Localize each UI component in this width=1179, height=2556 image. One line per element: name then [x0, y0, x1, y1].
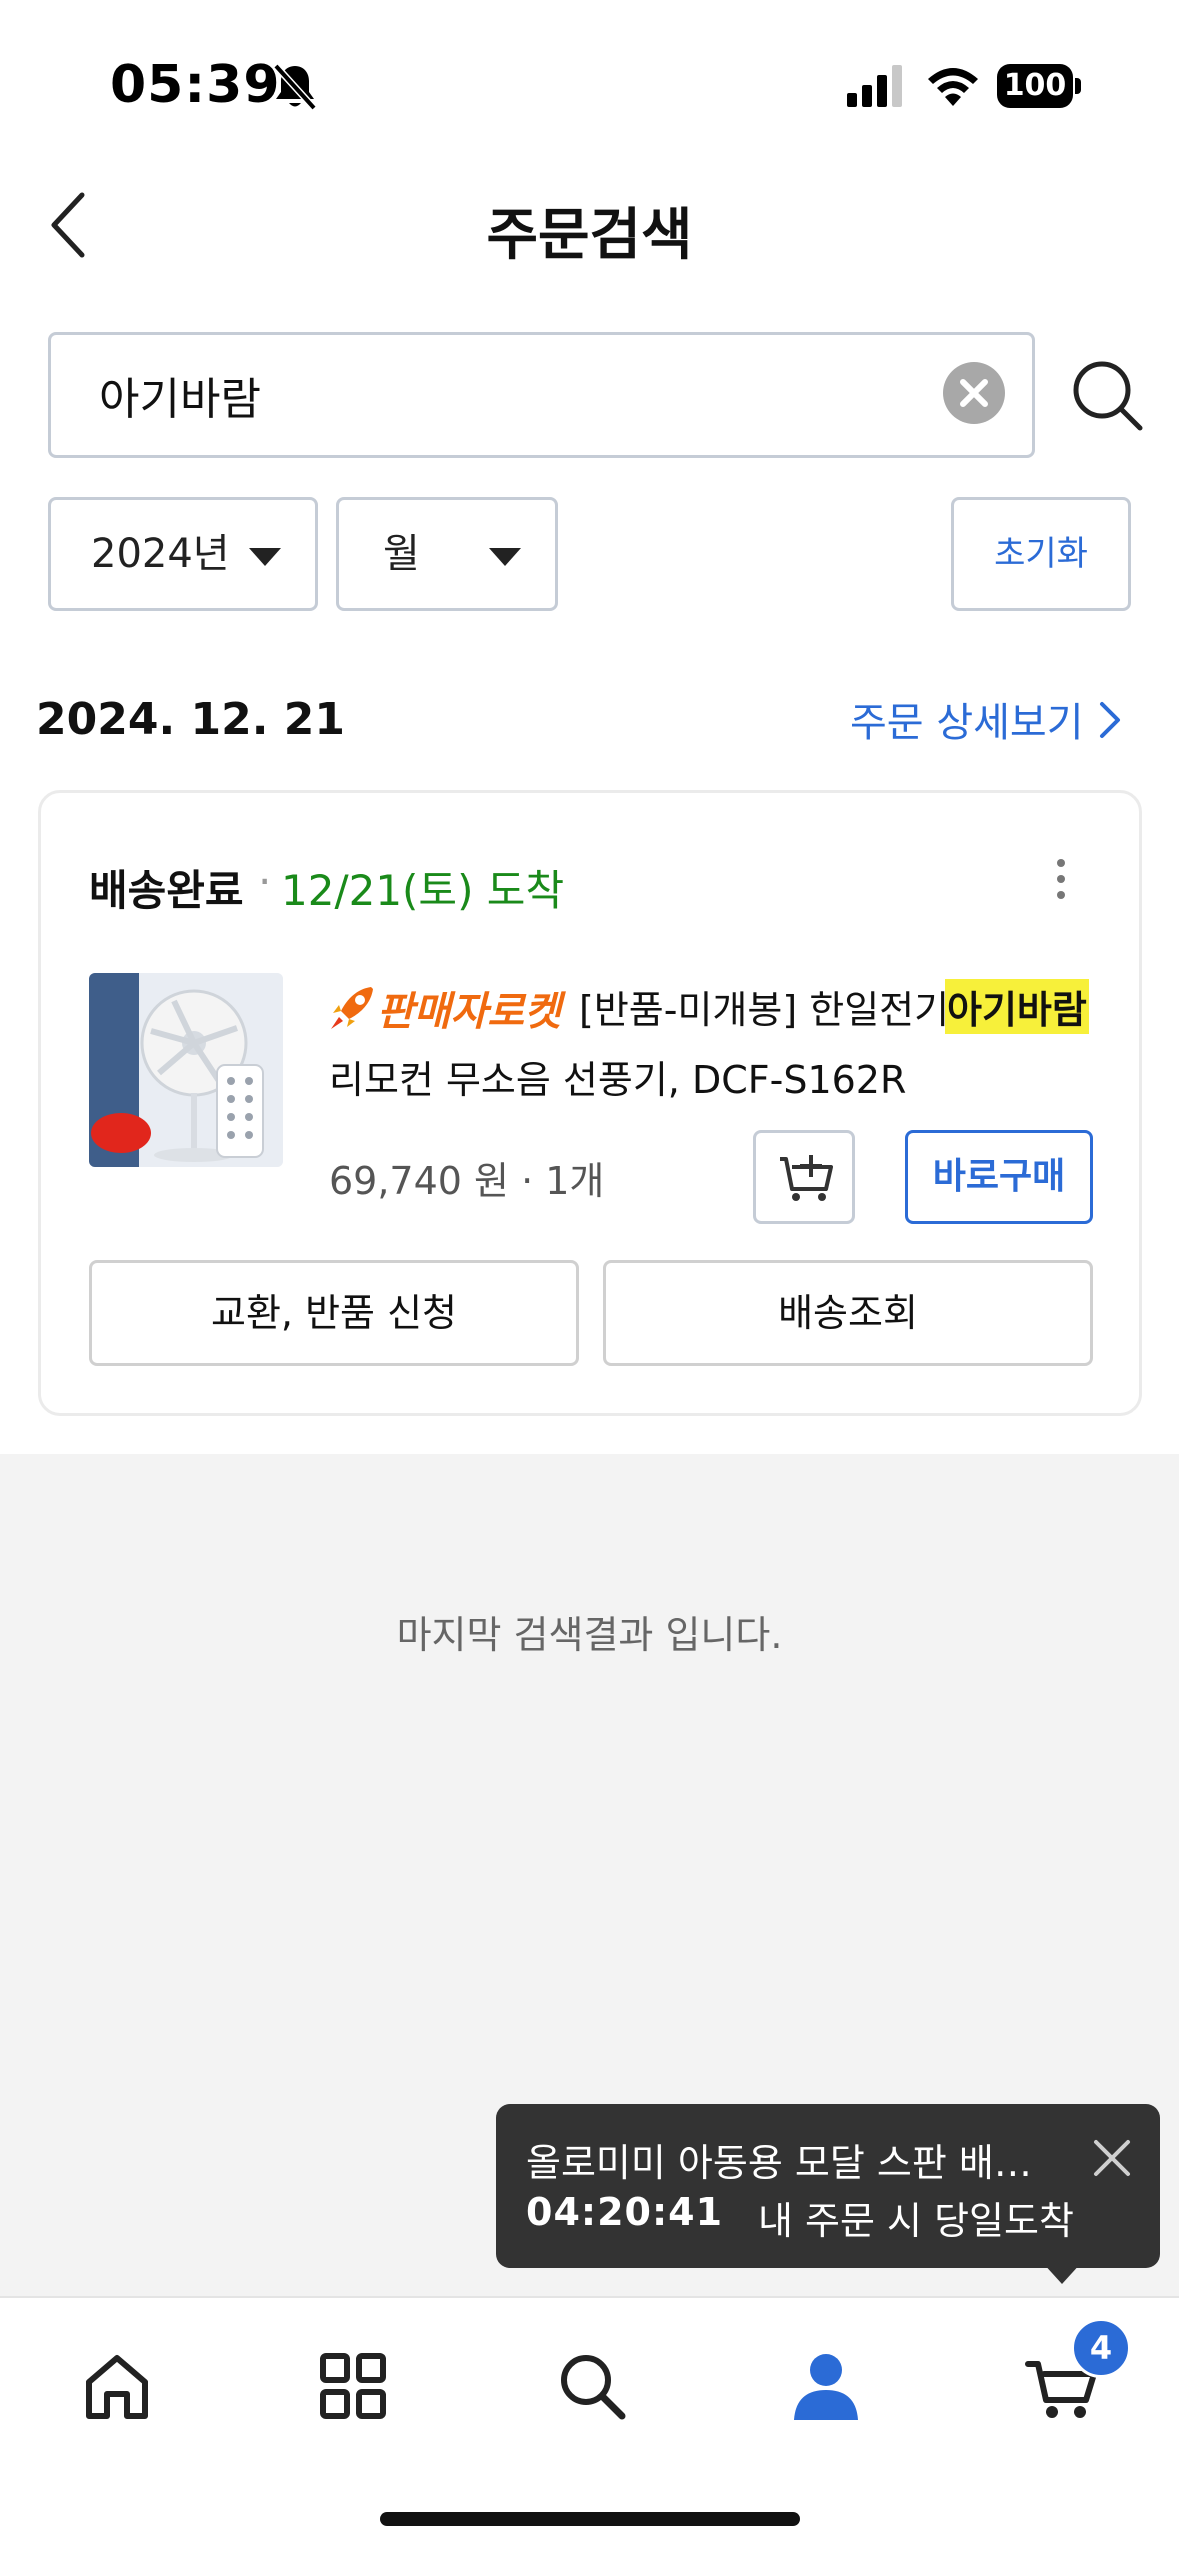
rocket-icon: [331, 987, 373, 1029]
category-grid-icon[interactable]: [313, 2346, 393, 2426]
year-select-value: 2024년: [91, 531, 230, 577]
toast-timer: 04:20:41: [526, 2190, 724, 2234]
close-icon[interactable]: [1090, 2136, 1134, 2180]
buy-now-button[interactable]: 바로구매: [905, 1130, 1093, 1224]
caret-down-icon: [489, 548, 521, 566]
status-bar: 05:39 100: [0, 0, 1179, 170]
month-select[interactable]: 월: [336, 497, 558, 611]
page-title: 주문검색: [486, 203, 693, 268]
search-input[interactable]: [99, 335, 919, 455]
close-icon: [960, 379, 988, 407]
cart-plus-icon: [780, 1155, 833, 1201]
reset-button[interactable]: 초기화: [951, 497, 1131, 611]
status-time: 05:39: [110, 55, 281, 115]
promo-toast[interactable]: 올로미미 아동용 모달 스판 배… 04:20:41 내 주문 시 당일도착: [496, 2104, 1160, 2268]
exchange-return-button[interactable]: 교환, 반품 신청: [89, 1260, 579, 1366]
wifi-icon: [928, 68, 978, 106]
toast-subtitle: 내 주문 시 당일도착: [758, 2199, 1074, 2243]
battery-level: 100: [997, 64, 1073, 108]
product-price-qty: 69,740 원 · 1개: [329, 1159, 605, 1203]
product-title-prefix[interactable]: [반품-미개봉] 한일전기: [579, 979, 949, 1034]
delivery-tracking-button[interactable]: 배송조회: [603, 1260, 1093, 1366]
end-of-results-message: 마지막 검색결과 입니다.: [396, 1613, 783, 1657]
cellular-signal-icon: [847, 65, 902, 107]
more-options-button[interactable]: [1041, 853, 1081, 913]
delivery-status: 배송완료: [89, 866, 244, 915]
home-indicator: [380, 2512, 800, 2526]
status-separator: ·: [258, 857, 272, 906]
order-card: 배송완료 · 12/21(토) 도착 판매자로켓 [반품-미개봉] 한일전기 아…: [38, 790, 1142, 1416]
bell-off-icon: [273, 63, 317, 111]
caret-down-icon: [249, 548, 281, 566]
chevron-right-icon[interactable]: [1098, 700, 1122, 740]
order-detail-link[interactable]: 주문 상세보기: [850, 690, 1084, 748]
toast-pointer: [1042, 2262, 1082, 2284]
clear-search-button[interactable]: [943, 362, 1005, 424]
battery-icon: 100: [997, 64, 1081, 108]
search-box[interactable]: [48, 332, 1035, 458]
product-title-line2[interactable]: 리모컨 무소음 선풍기, DCF-S162R: [329, 1049, 906, 1104]
add-to-cart-button[interactable]: [753, 1130, 855, 1224]
arrival-date: 12/21(토) 도착: [281, 866, 565, 915]
month-select-value: 월: [383, 531, 420, 577]
order-date: 2024. 12. 21: [36, 694, 345, 745]
product-image[interactable]: [89, 973, 283, 1167]
home-icon[interactable]: [77, 2346, 157, 2426]
year-select[interactable]: 2024년: [48, 497, 318, 611]
battery-tip: [1075, 78, 1081, 94]
product-title-highlight[interactable]: 아기바람: [945, 979, 1089, 1034]
toast-title[interactable]: 올로미미 아동용 모달 스판 배…: [526, 2132, 1056, 2187]
cart-count-badge: 4: [1071, 2318, 1131, 2378]
search-icon[interactable]: [552, 2346, 632, 2426]
search-button[interactable]: [1068, 356, 1146, 434]
rocket-label: 판매자로켓: [377, 989, 561, 1035]
my-page-user-icon[interactable]: [786, 2346, 866, 2426]
fan-product-picture: [89, 973, 283, 1167]
